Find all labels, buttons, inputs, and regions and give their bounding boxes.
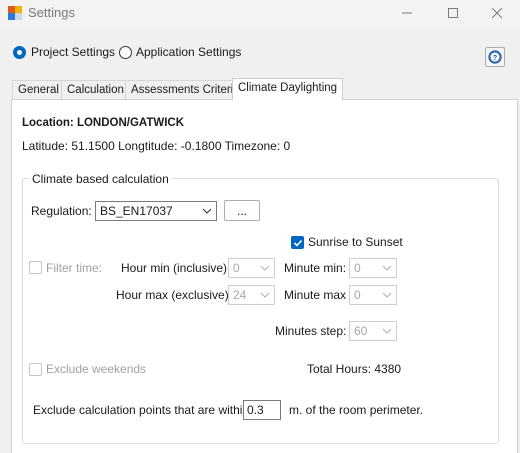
application-settings-radio[interactable] [119,46,132,59]
chevron-down-icon [202,208,212,214]
application-settings-label[interactable]: Application Settings [136,45,241,59]
chevron-down-icon [382,265,392,271]
tab-assessments-criteria[interactable]: Assessments Criteria [125,80,246,99]
minute-min-label: Minute min: [284,261,347,275]
close-icon [492,8,502,18]
svg-text:?: ? [493,55,497,62]
group-title: Climate based calculation [29,172,172,186]
minute-min-value: 0 [354,261,361,275]
hour-min-value: 0 [233,261,240,275]
sunrise-to-sunset-checkbox[interactable] [291,236,304,249]
filter-time-label: Filter time: [46,261,103,275]
exclude-points-prefix: Exclude calculation points that are with… [33,403,250,417]
minute-max-value: 0 [354,288,361,302]
hour-min-label: Hour min (inclusive): [121,261,231,275]
window-title: Settings [28,5,75,20]
sunrise-to-sunset-label[interactable]: Sunrise to Sunset [308,235,403,249]
hour-max-value: 24 [233,288,247,302]
minute-max-label: Minute max [284,288,347,302]
regulation-select[interactable]: BS_EN17037 [95,201,217,221]
project-settings-label[interactable]: Project Settings [31,45,115,59]
tab-climate-daylighting[interactable]: Climate Daylighting [232,78,344,100]
location-label: Location: LONDON/GATWICK [22,117,185,129]
minimize-icon [402,12,412,14]
tab-calculation[interactable]: Calculation [61,80,130,99]
hour-min-select[interactable]: 0 [228,258,275,278]
help-icon: ? [488,50,502,64]
regulation-browse-button[interactable]: ... [224,200,260,221]
app-icon [8,6,22,20]
hour-max-select[interactable]: 24 [228,285,275,305]
minutes-step-select[interactable]: 60 [349,321,397,341]
hour-max-label: Hour max (exclusive): [116,288,233,302]
total-hours-text: Total Hours: 4380 [307,362,402,376]
exclude-points-suffix: m. of the room perimeter. [289,403,424,417]
tab-general[interactable]: General [12,80,65,99]
checkmark-icon [293,239,302,247]
project-settings-radio[interactable] [13,46,26,59]
regulation-value: BS_EN17037 [100,204,173,218]
chevron-down-icon [260,265,270,271]
minute-min-select[interactable]: 0 [349,258,397,278]
chevron-down-icon [382,292,392,298]
help-button[interactable]: ? [485,47,505,67]
exclude-weekends-checkbox[interactable] [29,363,42,376]
minute-max-select[interactable]: 0 [349,285,397,305]
maximize-icon [448,8,458,18]
exclude-weekends-label: Exclude weekends [46,362,147,376]
close-button[interactable] [474,0,520,26]
location-coordinates: Latitude: 51.1500 Longtitude: -0.1800 Ti… [22,139,291,153]
chevron-down-icon [382,328,392,334]
minimize-button[interactable] [384,0,430,26]
chevron-down-icon [260,292,270,298]
perimeter-distance-value: 0.3 [247,403,264,417]
regulation-label: Regulation: [31,204,92,218]
maximize-button[interactable] [430,0,476,26]
perimeter-distance-input[interactable]: 0.3 [243,400,281,420]
minutes-step-value: 60 [354,324,368,338]
filter-time-checkbox[interactable] [29,261,42,274]
browse-button-label: ... [236,203,247,218]
minutes-step-label: Minutes step: [275,324,347,338]
